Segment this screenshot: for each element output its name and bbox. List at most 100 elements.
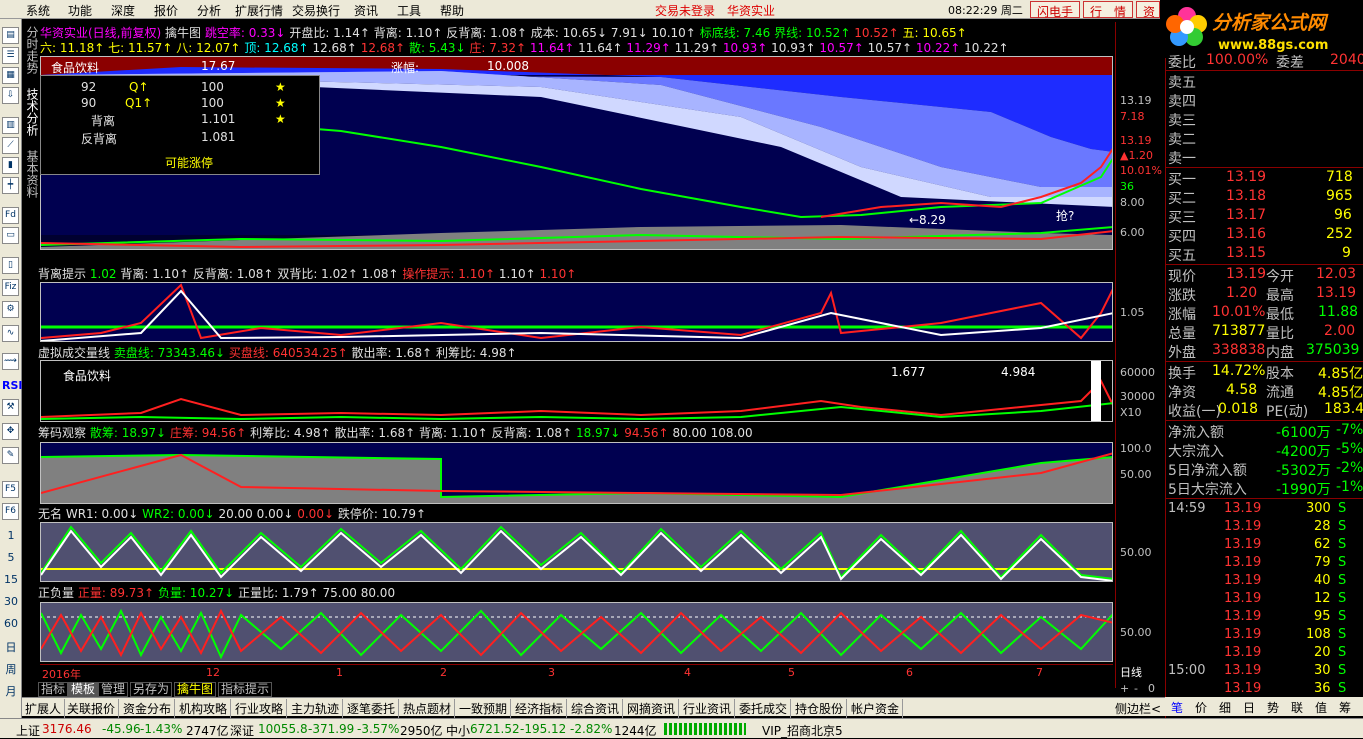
period-15-button[interactable]: 15	[2, 573, 20, 586]
quote-button[interactable]: 行 情	[1083, 1, 1134, 19]
tab-main-track[interactable]: 主力轨迹	[288, 699, 344, 718]
tab-industry-news[interactable]: 行业资讯	[680, 699, 736, 718]
tab-extend[interactable]: 扩展人	[22, 699, 66, 718]
list-icon[interactable]: ☰	[2, 47, 19, 64]
tab-order-flow[interactable]: 逐笔委托	[344, 699, 400, 718]
tab-intraday[interactable]: 分时走势	[22, 26, 39, 74]
ask-row[interactable]: 卖二	[1166, 129, 1363, 148]
zoom-in-button[interactable]: +	[1120, 682, 1129, 695]
fd-button[interactable]: Fd	[2, 207, 19, 224]
menu-help[interactable]: 帮助	[440, 2, 464, 19]
period-60-button[interactable]: 60	[2, 617, 20, 630]
period-1-button[interactable]: 1	[2, 529, 20, 542]
ask-row[interactable]: 卖五	[1166, 72, 1363, 91]
indicator-tip-button[interactable]: 指标提示	[218, 682, 273, 697]
f6-button[interactable]: F6	[2, 503, 19, 520]
tab-daily[interactable]: 日	[1243, 699, 1255, 716]
bid-row[interactable]: 买五 13.15 9	[1166, 245, 1363, 264]
save-as-button[interactable]: 另存为	[130, 682, 173, 697]
rsi-button[interactable]: RSI	[2, 379, 23, 392]
period-30-button[interactable]: 30	[2, 595, 20, 608]
pen-icon[interactable]: ✎	[2, 447, 19, 464]
tab-trend[interactable]: 势	[1267, 699, 1279, 716]
zoom-reset-button[interactable]: 0	[1148, 682, 1155, 695]
tab-price[interactable]: 价	[1195, 699, 1207, 716]
menu-news[interactable]: 资讯	[354, 2, 378, 19]
menu-system[interactable]: 系统	[26, 2, 50, 19]
sidebar-toggle[interactable]: 侧边栏<	[1112, 699, 1164, 718]
tool-icon[interactable]: ⚒	[2, 399, 19, 416]
tab-value[interactable]: 值	[1315, 699, 1327, 716]
tab-industry-strategy[interactable]: 行业攻略	[232, 699, 288, 718]
news-button[interactable]: 资	[1136, 1, 1160, 19]
page-icon[interactable]: ▯	[2, 257, 19, 274]
tab-fundamental[interactable]: 基本资料	[22, 150, 39, 198]
p3-title[interactable]: 虚拟成交量线	[38, 346, 110, 360]
bid-row[interactable]: 买四 13.16 252	[1166, 226, 1363, 245]
tab-general-news[interactable]: 综合资讯	[568, 699, 624, 718]
fiz-button[interactable]: Fiz	[2, 279, 19, 296]
trade-status[interactable]: 交易未登录	[655, 2, 715, 19]
menu-function[interactable]: 功能	[68, 2, 92, 19]
divergence-panel[interactable]	[40, 282, 1113, 342]
volume-panel[interactable]: 食品饮料 1.677 4.984	[40, 360, 1113, 422]
tab-holdings[interactable]: 持仓股份	[792, 699, 848, 718]
tab-account[interactable]: 帐户资金	[848, 699, 904, 718]
bid-row[interactable]: 买一 13.19 718	[1166, 169, 1363, 188]
grid-icon[interactable]: ▦	[2, 67, 19, 84]
indicator-name[interactable]: 擒牛图	[165, 26, 201, 40]
tab-technical[interactable]: 技术分析	[22, 88, 39, 136]
sz-index-label[interactable]: 深证	[230, 722, 254, 739]
ask-row[interactable]: 卖一	[1166, 148, 1363, 167]
tab-consensus[interactable]: 一致预期	[456, 699, 512, 718]
p5-title[interactable]: 无名	[38, 507, 62, 521]
p6-title[interactable]: 正负量	[38, 586, 74, 600]
ask-row[interactable]: 卖四	[1166, 91, 1363, 110]
bar-icon[interactable]: ▮	[2, 157, 19, 174]
menu-trade-switch[interactable]: 交易换行	[292, 2, 340, 19]
wave-icon[interactable]: ∿	[2, 325, 19, 342]
chart-icon[interactable]: ▤	[2, 27, 19, 44]
period-5-button[interactable]: 5	[2, 551, 20, 564]
server-name[interactable]: VIP_招商北京5	[762, 722, 843, 739]
sh-index-label[interactable]: 上证	[16, 722, 40, 739]
indicator-button[interactable]: 指标	[38, 682, 69, 697]
bid-row[interactable]: 买三 13.17 96	[1166, 207, 1363, 226]
period-label[interactable]: 日线	[1120, 664, 1142, 680]
tab-inst-strategy[interactable]: 机构攻略	[176, 699, 232, 718]
tab-detail[interactable]: 细	[1219, 699, 1231, 716]
doc-icon[interactable]: ▭	[2, 227, 19, 244]
period-week-button[interactable]: 周	[2, 661, 20, 677]
trend-icon[interactable]: ⟿	[2, 353, 19, 370]
menu-ext-quote[interactable]: 扩展行情	[235, 2, 283, 19]
tab-fund-dist[interactable]: 资金分布	[120, 699, 176, 718]
volume-ratio-panel[interactable]	[40, 602, 1113, 662]
menu-analysis[interactable]: 分析	[197, 2, 221, 19]
chips-panel[interactable]	[40, 442, 1113, 504]
tab-web-news[interactable]: 网摘资讯	[624, 699, 680, 718]
tab-orders[interactable]: 委托成交	[736, 699, 792, 718]
template-button[interactable]: 模板	[68, 682, 99, 697]
p4-title[interactable]: 筹码观察	[38, 426, 86, 440]
menu-quote[interactable]: 报价	[154, 2, 178, 19]
menu-depth[interactable]: 深度	[111, 2, 135, 19]
menu-tools[interactable]: 工具	[397, 2, 421, 19]
tab-related-quote[interactable]: 关联报价	[64, 699, 120, 718]
candle-icon[interactable]: ┿	[2, 177, 19, 194]
f5-button[interactable]: F5	[2, 481, 19, 498]
tab-economy[interactable]: 经济指标	[512, 699, 568, 718]
wr-panel[interactable]	[40, 522, 1113, 582]
line-chart-icon[interactable]: ⟋	[2, 137, 19, 154]
flash-trade-button[interactable]: 闪电手	[1030, 1, 1081, 19]
tab-ticks[interactable]: 笔	[1171, 699, 1183, 716]
tab-chips[interactable]: 筹	[1339, 699, 1351, 716]
zx-index-label[interactable]: 中小	[446, 722, 470, 739]
period-month-button[interactable]: 月	[2, 683, 20, 699]
table-icon[interactable]: ▥	[2, 117, 19, 134]
down-arrow-icon[interactable]: ⇩	[2, 87, 19, 104]
gear-icon[interactable]: ⚙	[2, 301, 19, 318]
bull-chart-button[interactable]: 擒牛图	[174, 682, 217, 697]
bid-row[interactable]: 买二 13.18 965	[1166, 188, 1363, 207]
manage-button[interactable]: 管理	[98, 682, 129, 697]
ask-row[interactable]: 卖三	[1166, 110, 1363, 129]
